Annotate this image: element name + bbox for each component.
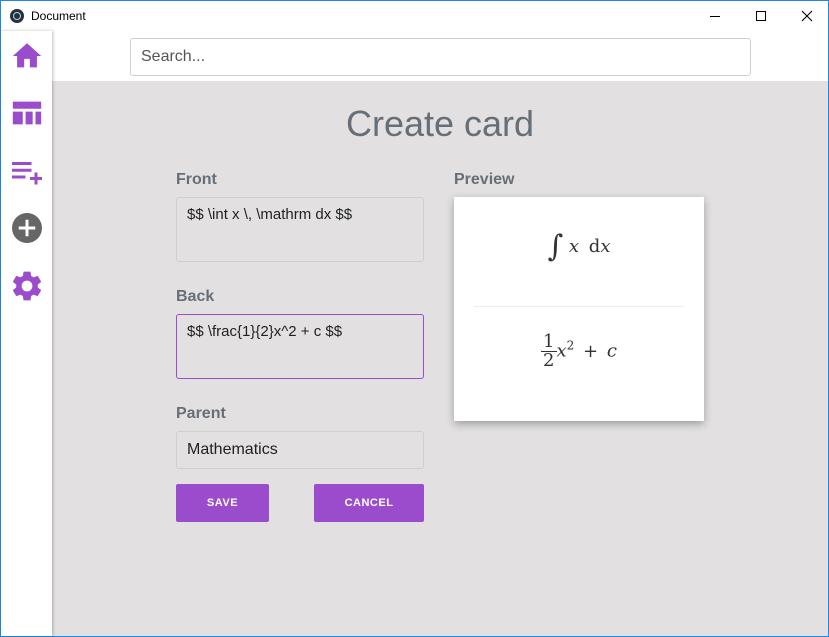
sidebar-item-home[interactable] [1, 34, 52, 78]
sidebar-item-settings[interactable] [1, 264, 52, 308]
differential-variable: x [600, 236, 611, 257]
front-field[interactable]: $$ \int x \, \mathrm dx $$ [176, 197, 424, 262]
back-label: Back [176, 288, 215, 305]
preview-label: Preview [454, 171, 515, 188]
gear-icon [12, 271, 41, 301]
preview-front-math: ∫ x dx [454, 229, 704, 264]
maximize-button[interactable] [738, 1, 784, 31]
back-field[interactable]: $$ \frac{1}{2}x^2 + c $$ [176, 314, 424, 379]
preview-card: ∫ x dx 1 2 x2 + c [454, 197, 704, 421]
title-bar: Document [1, 1, 828, 31]
maximize-icon [756, 11, 766, 21]
page-title: Create card [345, 103, 535, 144]
card-divider [474, 306, 684, 307]
constant-c: c [606, 340, 617, 362]
sidebar-item-add[interactable] [1, 206, 52, 250]
sidebar [1, 31, 52, 636]
polynomial-variable: x [556, 340, 567, 362]
top-toolbar [1, 31, 828, 81]
integrand-variable: x [568, 236, 580, 257]
home-icon [12, 43, 41, 68]
window-title: Document [31, 9, 86, 23]
front-label: Front [176, 171, 217, 188]
search-input[interactable] [130, 38, 751, 76]
differential-d: d [588, 236, 601, 257]
minimize-icon [710, 15, 720, 17]
electron-app-icon [10, 9, 24, 23]
save-button[interactable]: SAVE [176, 484, 269, 522]
app-window: Document Search... Create card Front $$ … [0, 0, 829, 637]
dashboard-icon [12, 101, 41, 125]
parent-field[interactable] [176, 431, 424, 469]
fraction-denominator: 2 [543, 350, 555, 371]
main-content: Create card Front $$ \int x \, \mathrm d… [52, 81, 828, 636]
preview-back-math: 1 2 x2 + c [454, 333, 704, 370]
integral-symbol: ∫ [547, 229, 564, 264]
sidebar-item-playlist-add[interactable] [1, 149, 52, 193]
parent-label: Parent [176, 405, 226, 422]
add-circle-icon [11, 213, 42, 243]
close-icon [801, 10, 813, 22]
close-button[interactable] [784, 1, 829, 31]
sidebar-item-dashboard[interactable] [1, 91, 52, 135]
fraction: 1 2 [541, 333, 557, 371]
plus-sign: + [583, 340, 599, 362]
exponent: 2 [566, 338, 575, 353]
playlist-add-icon [11, 162, 42, 185]
minimize-button[interactable] [692, 1, 738, 31]
cancel-button[interactable]: CANCEL [314, 484, 424, 522]
